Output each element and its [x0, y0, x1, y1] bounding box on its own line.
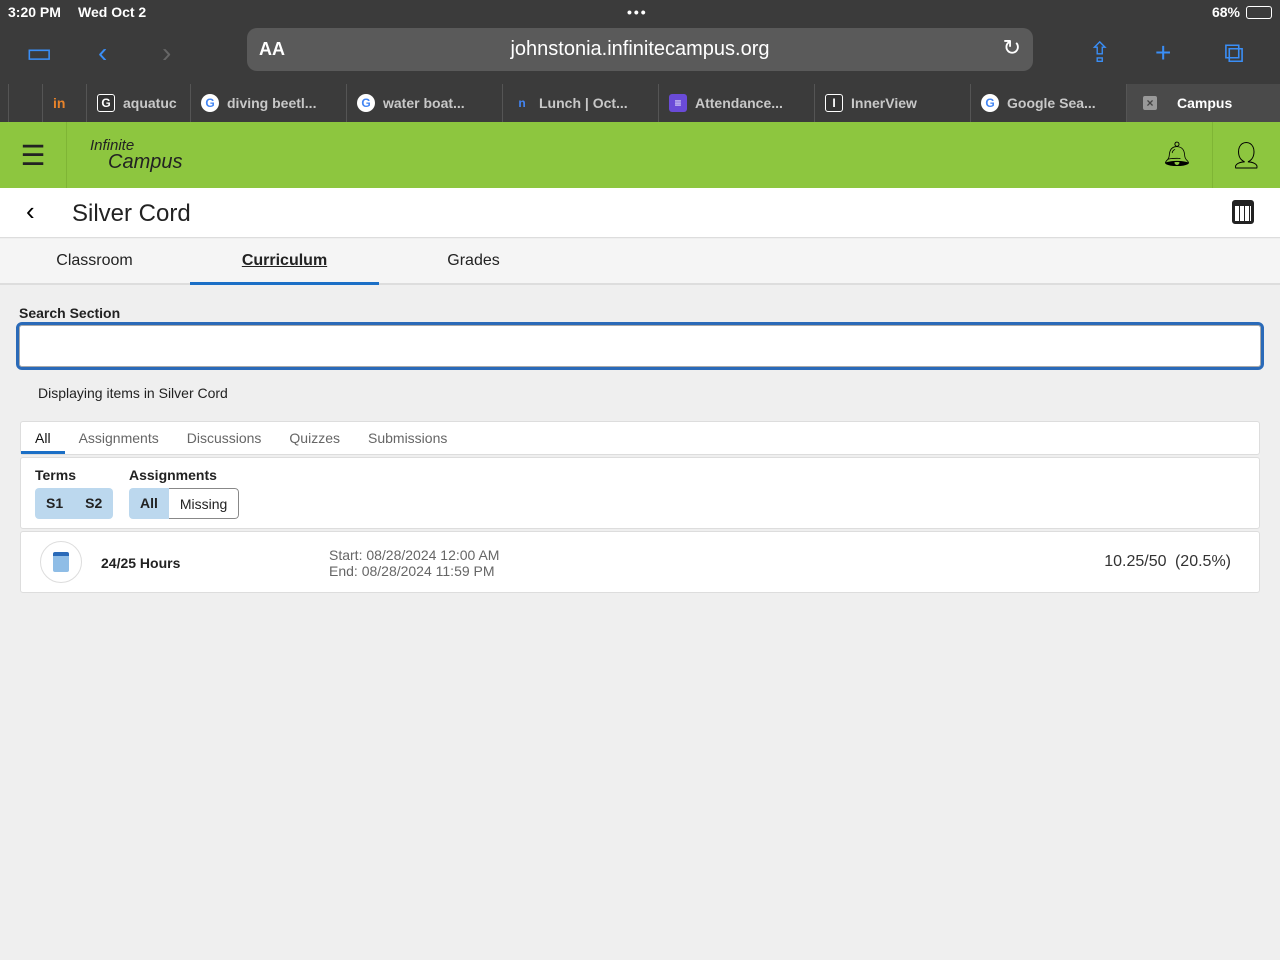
- subtab-quizzes[interactable]: Quizzes: [275, 422, 354, 454]
- address-bar[interactable]: AA johnstonia.infinitecampus.org ↻: [247, 28, 1033, 71]
- browser-tab[interactable]: ≡ Attendance...: [658, 84, 814, 122]
- search-label: Search Section: [19, 305, 121, 321]
- score: 10.25/50: [1104, 553, 1167, 570]
- page-title: Silver Cord: [72, 200, 191, 227]
- status-bar: 3:20 PM Wed Oct 2 ••• 68%: [0, 0, 1280, 24]
- battery-percent: 68%: [1211, 4, 1240, 20]
- clipboard-icon: [40, 541, 82, 583]
- title-bar: ‹ Silver Cord: [0, 188, 1280, 238]
- list-icon: ≡: [669, 94, 687, 112]
- bell-icon[interactable]: 🔔︎: [1162, 140, 1192, 169]
- tab-pinned[interactable]: in: [42, 84, 86, 122]
- item-type-tabs: All Assignments Discussions Quizzes Subm…: [20, 421, 1260, 455]
- tab-label: Lunch | Oct...: [539, 95, 628, 111]
- display-text: Displaying items in Silver Cord: [38, 385, 228, 401]
- calendar-icon[interactable]: [1232, 200, 1254, 224]
- percent: (20.5%): [1174, 553, 1231, 570]
- subtab-discussions[interactable]: Discussions: [173, 422, 276, 454]
- filter-all-button[interactable]: All: [129, 488, 169, 519]
- new-tab-icon[interactable]: +: [1155, 38, 1171, 68]
- innerview-icon: I: [825, 94, 843, 112]
- user-icon[interactable]: 👤︎: [1212, 122, 1280, 188]
- list-item[interactable]: 24/25 Hours Start: 08/28/2024 12:00 AM E…: [20, 531, 1260, 593]
- infinite-campus-logo[interactable]: Infinite Campus: [90, 138, 183, 173]
- close-tab-icon[interactable]: ×: [1143, 96, 1157, 110]
- tab-classroom[interactable]: Classroom: [0, 239, 189, 285]
- url-text[interactable]: johnstonia.infinitecampus.org: [247, 38, 1033, 61]
- browser-tab[interactable]: n Lunch | Oct...: [502, 84, 658, 122]
- term-s2-button[interactable]: S2: [74, 488, 114, 519]
- reload-icon[interactable]: ↻: [1003, 35, 1021, 61]
- more-icon[interactable]: •••: [627, 4, 648, 20]
- browser-tab[interactable]: Gdiving beetl...: [190, 84, 346, 122]
- logo-line2: Campus: [108, 151, 183, 173]
- tab-grades[interactable]: Grades: [379, 239, 568, 285]
- item-score: 10.25/50 (20.5%): [1104, 553, 1231, 571]
- subtab-submissions[interactable]: Submissions: [354, 422, 461, 454]
- terms-toggle: S1 S2: [35, 488, 114, 519]
- browser-tab[interactable]: Gaquatuc: [86, 84, 190, 122]
- assignments-toggle: All Missing: [129, 488, 240, 519]
- item-name[interactable]: 24/25 Hours: [101, 555, 180, 571]
- forward-icon[interactable]: ›: [162, 38, 171, 68]
- browser-tab[interactable]: Gwater boat...: [346, 84, 502, 122]
- tab-label: aquatuc: [123, 95, 177, 111]
- browser-tabs: in Gaquatuc Gdiving beetl... Gwater boat…: [0, 84, 1280, 122]
- subtab-all[interactable]: All: [21, 422, 65, 454]
- google-icon: G: [201, 94, 219, 112]
- filter-missing-button[interactable]: Missing: [168, 488, 240, 519]
- date: Wed Oct 2: [78, 4, 147, 20]
- browser-tab-active[interactable]: × Campus: [1126, 84, 1280, 122]
- tab-label: Google Sea...: [1007, 95, 1096, 111]
- item-dates: Start: 08/28/2024 12:00 AM End: 08/28/20…: [329, 547, 499, 579]
- tab-label: water boat...: [383, 95, 465, 111]
- browser-tab[interactable]: G Google Sea...: [970, 84, 1126, 122]
- tab-curriculum[interactable]: Curriculum: [190, 239, 379, 285]
- back-icon[interactable]: ‹: [98, 38, 107, 68]
- tab-blank[interactable]: [8, 84, 42, 122]
- nutrislice-icon: n: [518, 96, 526, 110]
- start-date: Start: 08/28/2024 12:00 AM: [329, 547, 500, 563]
- browser-tab[interactable]: I InnerView: [814, 84, 970, 122]
- tab-label: InnerView: [851, 95, 917, 111]
- battery-icon: [1246, 6, 1272, 19]
- browser-toolbar: ▭ ‹ › AA johnstonia.infinitecampus.org ↻…: [0, 24, 1280, 84]
- end-date: End: 08/28/2024 11:59 PM: [329, 563, 495, 579]
- tab-label: Campus: [1177, 95, 1233, 111]
- sidebar-icon[interactable]: ▭: [26, 38, 52, 68]
- g-icon: G: [97, 94, 115, 112]
- tabs-icon[interactable]: ⧉: [1224, 38, 1244, 68]
- google-icon: G: [981, 94, 999, 112]
- app-header: ☰ Infinite Campus 🔔︎ 👤︎: [0, 122, 1280, 188]
- google-icon: G: [357, 94, 375, 112]
- share-icon[interactable]: ⇪: [1088, 38, 1111, 68]
- menu-icon[interactable]: ☰: [0, 122, 67, 188]
- tab-label: diving beetl...: [227, 95, 317, 111]
- term-s1-button[interactable]: S1: [35, 488, 75, 519]
- terms-label: Terms: [35, 467, 76, 483]
- tab-label: Attendance...: [695, 95, 783, 111]
- time: 3:20 PM: [8, 4, 61, 20]
- back-arrow-icon[interactable]: ‹: [26, 196, 35, 227]
- subtab-assignments[interactable]: Assignments: [65, 422, 173, 454]
- filters: Terms S1 S2 Assignments All Missing: [20, 457, 1260, 529]
- assignments-label: Assignments: [129, 467, 217, 483]
- search-input[interactable]: [16, 322, 1264, 370]
- section-tabs: Classroom Curriculum Grades: [0, 239, 1280, 285]
